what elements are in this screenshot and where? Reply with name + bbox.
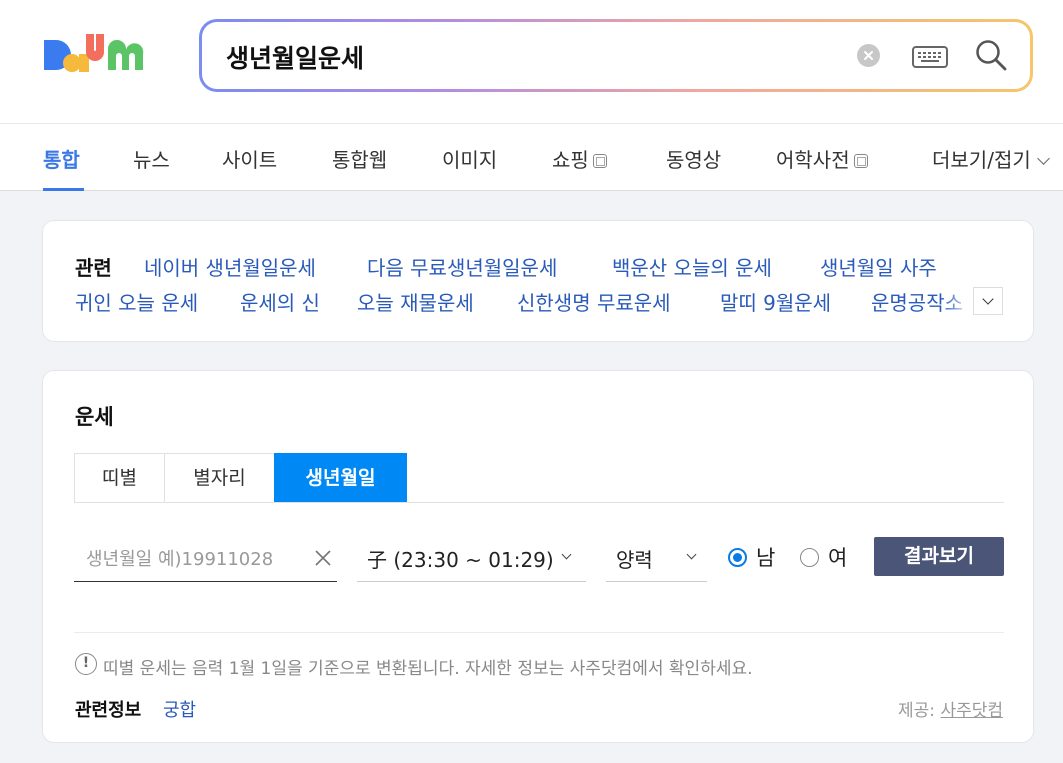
- provider-link[interactable]: 사주닷컴: [940, 701, 1003, 721]
- gender-male-label[interactable]: 남: [756, 542, 775, 572]
- search-box: 생년월일운세: [199, 19, 1033, 92]
- fortune-title: 운세: [75, 405, 114, 429]
- related-info-link[interactable]: 궁합: [163, 696, 196, 722]
- birthdate-input[interactable]: 생년월일 예)19911028: [74, 531, 337, 582]
- birth-time-value: 子 (23:30 ~ 01:29): [367, 548, 554, 572]
- fade-mask: [943, 281, 973, 317]
- related-label: 관련: [75, 256, 112, 280]
- calendar-type-value: 양력: [616, 548, 653, 572]
- tab-site[interactable]: 사이트: [222, 144, 277, 173]
- gender-female-radio[interactable]: [800, 548, 819, 567]
- related-link[interactable]: 생년월일 사주: [820, 252, 937, 281]
- search-icon[interactable]: [974, 38, 1008, 72]
- tab-all[interactable]: 통합: [43, 144, 80, 173]
- tab-web[interactable]: 통합웹: [332, 144, 387, 173]
- header: 생년월일운세: [0, 0, 1063, 123]
- chevron-down-icon: [561, 549, 572, 560]
- tab-dictionary[interactable]: 어학사전: [776, 144, 868, 173]
- tab-more[interactable]: 더보기/접기: [932, 144, 1050, 173]
- external-link-icon: [853, 154, 868, 168]
- birthdate-placeholder: 생년월일 예)19911028: [86, 549, 274, 570]
- related-info-label: 관련정보: [75, 700, 142, 721]
- tab-birthdate[interactable]: 생년월일: [274, 453, 407, 503]
- related-link[interactable]: 말띠 9월운세: [720, 287, 831, 316]
- tab-news[interactable]: 뉴스: [133, 144, 170, 173]
- view-result-button[interactable]: 결과보기: [874, 537, 1004, 576]
- fortune-widget: 운세 띠별 별자리 생년월일 생년월일 예)19911028 子 (23:30 …: [42, 370, 1034, 743]
- tab-constellation[interactable]: 별자리: [164, 453, 275, 503]
- birth-time-select[interactable]: 子 (23:30 ~ 01:29): [357, 531, 586, 582]
- notice-text: 띠별 운세는 음력 1월 1일을 기준으로 변환됩니다. 자세한 정보는 사주닷…: [103, 659, 753, 679]
- clear-icon[interactable]: [314, 549, 332, 567]
- chevron-down-icon: [686, 549, 697, 560]
- calendar-type-select[interactable]: 양력: [606, 531, 707, 582]
- related-searches: 관련 네이버 생년월일운세 다음 무료생년월일운세 백운산 오늘의 운세 생년월…: [42, 220, 1034, 342]
- related-link[interactable]: 신한생명 무료운세: [517, 287, 671, 316]
- search-tabs: 통합 뉴스 사이트 통합웹 이미지 쇼핑 동영상 어학사전 더보기/접기: [0, 123, 1063, 191]
- related-link[interactable]: 백운산 오늘의 운세: [612, 252, 772, 281]
- daum-logo[interactable]: [42, 30, 172, 80]
- active-tab-indicator: [43, 188, 84, 191]
- divider: [74, 632, 1004, 633]
- expand-related-button[interactable]: [973, 287, 1003, 315]
- provider: 제공: 사주닷컴: [898, 696, 1003, 721]
- tabs-divider: [74, 502, 1004, 503]
- related-link[interactable]: 오늘 재물운세: [357, 287, 474, 316]
- external-link-icon: [592, 154, 607, 168]
- search-input[interactable]: 생년월일운세: [226, 39, 364, 75]
- related-link[interactable]: 귀인 오늘 운세: [75, 287, 198, 316]
- tab-zodiac-animal[interactable]: 띠별: [74, 453, 165, 503]
- tab-video[interactable]: 동영상: [666, 144, 721, 173]
- clear-icon[interactable]: [857, 44, 880, 67]
- tab-image[interactable]: 이미지: [442, 144, 497, 173]
- chevron-down-icon: [1036, 152, 1050, 165]
- related-link[interactable]: 네이버 생년월일운세: [144, 252, 316, 281]
- provider-label: 제공:: [898, 701, 936, 721]
- info-icon: !: [75, 653, 97, 675]
- gender-female-label[interactable]: 여: [828, 542, 847, 572]
- keyboard-icon[interactable]: [912, 46, 948, 68]
- related-link[interactable]: 다음 무료생년월일운세: [367, 252, 557, 281]
- gender-male-radio[interactable]: [728, 548, 747, 567]
- related-link[interactable]: 운세의 신: [240, 287, 320, 316]
- tab-shopping[interactable]: 쇼핑: [552, 144, 607, 173]
